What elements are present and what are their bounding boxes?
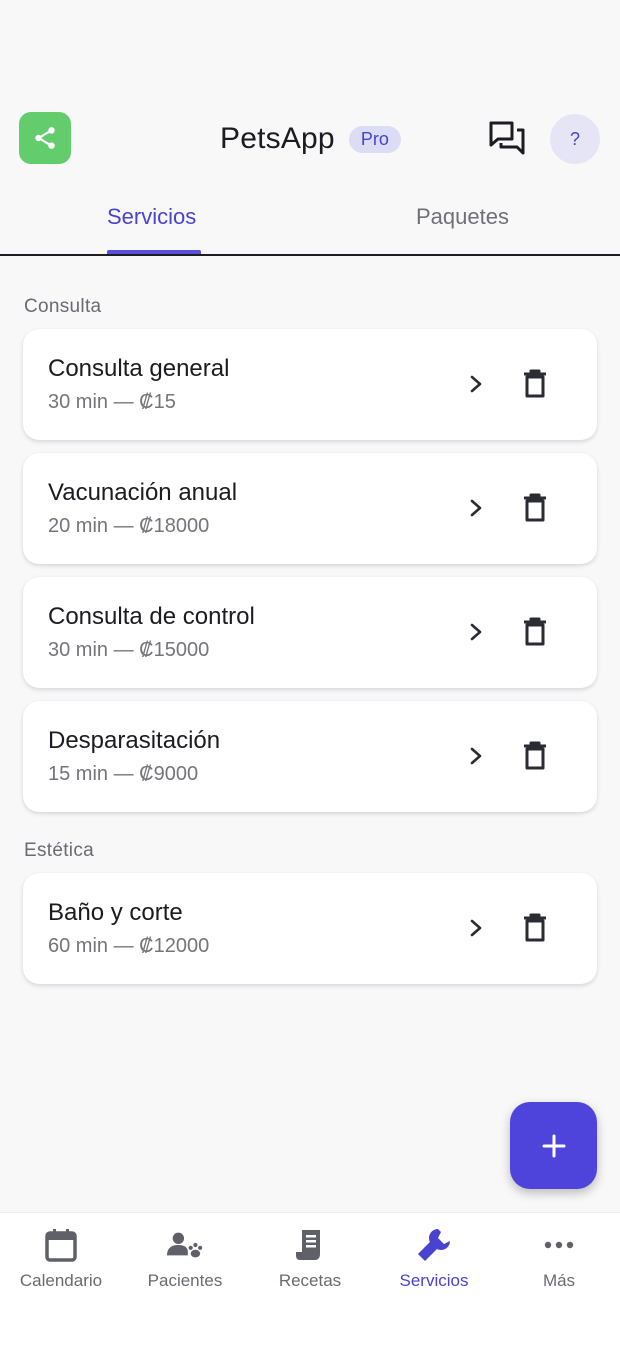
receipt-icon bbox=[296, 1230, 320, 1260]
chevron-right-icon[interactable] bbox=[467, 745, 485, 767]
pro-badge: Pro bbox=[348, 125, 401, 153]
plus-icon bbox=[542, 1134, 565, 1157]
nav-label: Pacientes bbox=[147, 1271, 223, 1290]
chevron-right-icon[interactable] bbox=[467, 621, 485, 643]
service-meta: 60 min — ₡12000 bbox=[48, 935, 210, 957]
trash-icon[interactable] bbox=[521, 369, 549, 399]
chevron-right-icon[interactable] bbox=[467, 497, 485, 519]
help-button[interactable]: ? bbox=[550, 114, 600, 164]
trash-icon[interactable] bbox=[521, 741, 549, 771]
service-card[interactable]: Consulta de control 30 min — ₡15000 bbox=[23, 577, 597, 688]
trash-icon[interactable] bbox=[521, 617, 549, 647]
service-meta: 15 min — ₡9000 bbox=[48, 763, 199, 785]
tab-servicios[interactable]: Servicios bbox=[107, 204, 196, 230]
chevron-right-icon[interactable] bbox=[467, 373, 485, 395]
service-meta: 20 min — ₡18000 bbox=[48, 515, 210, 537]
service-name: Consulta de control bbox=[48, 603, 255, 630]
section-title-estetica: Estética bbox=[24, 840, 94, 861]
nav-label: Más bbox=[542, 1271, 576, 1290]
service-meta: 30 min — ₡15 bbox=[48, 391, 176, 413]
tab-paquetes[interactable]: Paquetes bbox=[416, 204, 509, 230]
trash-icon[interactable] bbox=[521, 913, 549, 943]
service-card[interactable]: Desparasitación 15 min — ₡9000 bbox=[23, 701, 597, 812]
section-title-consulta: Consulta bbox=[24, 296, 102, 317]
app-root: PetsApp Pro ? Servicios Paquetes Consult… bbox=[0, 0, 620, 1352]
app-title: PetsApp bbox=[220, 122, 335, 155]
share-button[interactable] bbox=[19, 112, 71, 164]
wrench-icon bbox=[418, 1229, 450, 1261]
patients-icon bbox=[167, 1232, 203, 1258]
help-icon: ? bbox=[569, 128, 580, 149]
trash-icon[interactable] bbox=[521, 493, 549, 523]
calendar-icon bbox=[45, 1229, 77, 1262]
more-icon bbox=[544, 1241, 574, 1249]
service-card[interactable]: Consulta general 30 min — ₡15 bbox=[23, 329, 597, 440]
service-name: Desparasitación bbox=[48, 727, 221, 754]
add-service-button[interactable] bbox=[510, 1102, 597, 1189]
nav-item-recetas[interactable]: Recetas bbox=[248, 1227, 372, 1299]
nav-item-servicios[interactable]: Servicios bbox=[372, 1227, 496, 1299]
chevron-right-icon[interactable] bbox=[467, 917, 485, 939]
service-card[interactable]: Vacunación anual 20 min — ₡18000 bbox=[23, 453, 597, 564]
nav-item-calendario[interactable]: Calendario bbox=[0, 1227, 123, 1299]
service-card[interactable]: Baño y corte 60 min — ₡12000 bbox=[23, 873, 597, 984]
service-name: Consulta general bbox=[48, 355, 230, 382]
chat-icon bbox=[489, 121, 525, 155]
active-tab-indicator bbox=[107, 250, 201, 254]
bottom-nav: Calendario Pacientes Recetas Servicios M… bbox=[0, 1212, 620, 1352]
service-name: Vacunación anual bbox=[48, 479, 238, 506]
nav-item-pacientes[interactable]: Pacientes bbox=[123, 1227, 247, 1299]
title-group: PetsApp Pro bbox=[220, 120, 401, 158]
nav-item-mas[interactable]: Más bbox=[497, 1227, 620, 1299]
service-meta: 30 min — ₡15000 bbox=[48, 639, 210, 661]
service-name: Baño y corte bbox=[48, 899, 183, 926]
nav-label: Calendario bbox=[19, 1271, 103, 1290]
header: PetsApp Pro ? bbox=[0, 112, 620, 166]
share-icon bbox=[35, 127, 55, 149]
nav-label: Servicios bbox=[399, 1271, 469, 1290]
chat-button[interactable] bbox=[487, 120, 527, 156]
tab-bar: Servicios Paquetes bbox=[0, 190, 620, 256]
nav-label: Recetas bbox=[278, 1271, 342, 1290]
